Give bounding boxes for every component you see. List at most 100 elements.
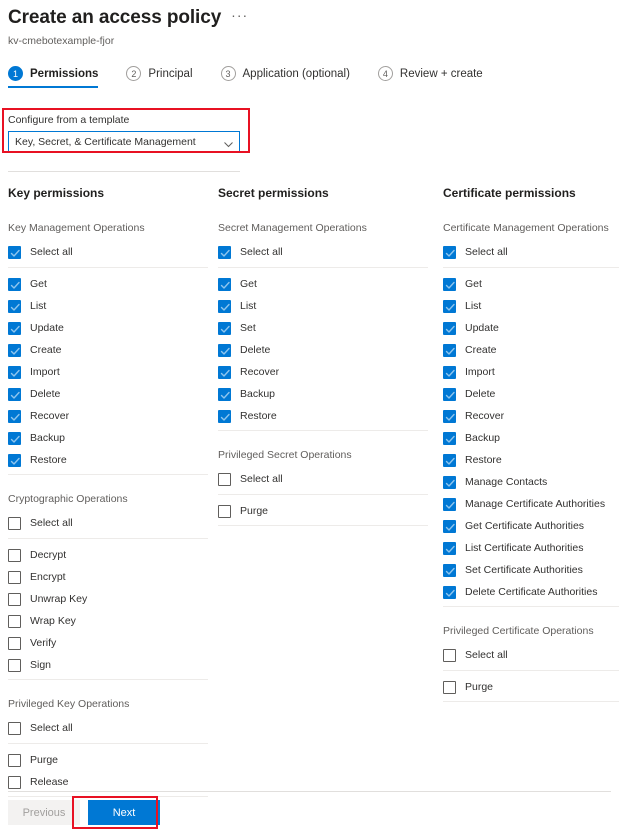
checkbox-checked-icon[interactable] (8, 431, 21, 445)
checkbox-unchecked-icon[interactable] (218, 472, 231, 486)
checkbox-checked-icon[interactable] (8, 277, 21, 291)
checkbox-checked-icon[interactable] (8, 245, 21, 259)
permission-checkbox-row[interactable]: Delete (8, 383, 208, 405)
permission-checkbox-row[interactable]: Recover (443, 405, 619, 427)
checkbox-checked-icon[interactable] (218, 365, 231, 379)
checkbox-checked-icon[interactable] (218, 277, 231, 291)
permission-checkbox-row[interactable]: Verify (8, 632, 208, 654)
checkbox-checked-icon[interactable] (443, 343, 456, 357)
checkbox-unchecked-icon[interactable] (8, 721, 21, 735)
permission-checkbox-row[interactable]: Create (443, 339, 619, 361)
permission-checkbox-row[interactable]: Get (443, 273, 619, 295)
checkbox-checked-icon[interactable] (443, 475, 456, 489)
checkbox-unchecked-icon[interactable] (218, 504, 231, 518)
permission-checkbox-row[interactable]: Unwrap Key (8, 588, 208, 610)
checkbox-checked-icon[interactable] (8, 453, 21, 467)
checkbox-checked-icon[interactable] (8, 387, 21, 401)
tab-permissions[interactable]: 1 Permissions (8, 62, 112, 88)
permission-checkbox-row[interactable]: Select all (218, 468, 428, 490)
checkbox-checked-icon[interactable] (443, 431, 456, 445)
checkbox-checked-icon[interactable] (8, 409, 21, 423)
checkbox-checked-icon[interactable] (218, 299, 231, 313)
permission-checkbox-row[interactable]: Get Certificate Authorities (443, 515, 619, 537)
checkbox-checked-icon[interactable] (218, 387, 231, 401)
checkbox-unchecked-icon[interactable] (8, 658, 21, 672)
checkbox-checked-icon[interactable] (218, 245, 231, 259)
permission-checkbox-row[interactable]: Select all (443, 241, 619, 263)
permission-checkbox-row[interactable]: Set Certificate Authorities (443, 559, 619, 581)
permission-checkbox-row[interactable]: Purge (218, 500, 428, 522)
permission-checkbox-row[interactable]: List (443, 295, 619, 317)
permission-checkbox-row[interactable]: Release (8, 771, 208, 793)
permission-checkbox-row[interactable]: Select all (8, 512, 208, 534)
permission-checkbox-row[interactable]: Purge (443, 676, 619, 698)
permission-checkbox-row[interactable]: Restore (8, 449, 208, 471)
template-select[interactable]: Key, Secret, & Certificate Management (8, 131, 240, 153)
permission-checkbox-row[interactable]: Purge (8, 749, 208, 771)
checkbox-checked-icon[interactable] (8, 321, 21, 335)
checkbox-unchecked-icon[interactable] (8, 592, 21, 606)
permission-checkbox-row[interactable]: Sign (8, 654, 208, 676)
checkbox-checked-icon[interactable] (443, 497, 456, 511)
permission-checkbox-row[interactable]: List (8, 295, 208, 317)
checkbox-unchecked-icon[interactable] (443, 680, 456, 694)
checkbox-checked-icon[interactable] (443, 585, 456, 599)
checkbox-checked-icon[interactable] (218, 321, 231, 335)
next-button[interactable]: Next (88, 800, 160, 825)
permission-checkbox-row[interactable]: Encrypt (8, 566, 208, 588)
permission-checkbox-row[interactable]: Create (8, 339, 208, 361)
checkbox-checked-icon[interactable] (8, 343, 21, 357)
permission-checkbox-row[interactable]: Backup (218, 383, 428, 405)
permission-checkbox-row[interactable]: Manage Contacts (443, 471, 619, 493)
checkbox-unchecked-icon[interactable] (8, 516, 21, 530)
checkbox-checked-icon[interactable] (443, 409, 456, 423)
checkbox-checked-icon[interactable] (443, 541, 456, 555)
permission-checkbox-row[interactable]: Backup (8, 427, 208, 449)
checkbox-checked-icon[interactable] (443, 519, 456, 533)
permission-checkbox-row[interactable]: Backup (443, 427, 619, 449)
checkbox-checked-icon[interactable] (443, 365, 456, 379)
checkbox-checked-icon[interactable] (443, 563, 456, 577)
checkbox-checked-icon[interactable] (8, 299, 21, 313)
checkbox-checked-icon[interactable] (443, 299, 456, 313)
checkbox-unchecked-icon[interactable] (8, 775, 21, 789)
permission-checkbox-row[interactable]: Delete (218, 339, 428, 361)
more-menu-icon[interactable]: ··· (231, 7, 248, 23)
checkbox-checked-icon[interactable] (443, 387, 456, 401)
permission-checkbox-row[interactable]: Get (218, 273, 428, 295)
permission-checkbox-row[interactable]: Select all (8, 717, 208, 739)
permission-checkbox-row[interactable]: Set (218, 317, 428, 339)
checkbox-checked-icon[interactable] (443, 453, 456, 467)
tab-review-create[interactable]: 4 Review + create (364, 62, 497, 88)
permission-checkbox-row[interactable]: Wrap Key (8, 610, 208, 632)
checkbox-unchecked-icon[interactable] (8, 753, 21, 767)
permission-checkbox-row[interactable]: Select all (218, 241, 428, 263)
checkbox-unchecked-icon[interactable] (8, 614, 21, 628)
permission-checkbox-row[interactable]: Restore (443, 449, 619, 471)
permission-checkbox-row[interactable]: Delete Certificate Authorities (443, 581, 619, 603)
permission-checkbox-row[interactable]: Recover (218, 361, 428, 383)
checkbox-checked-icon[interactable] (443, 245, 456, 259)
permission-checkbox-row[interactable]: Import (8, 361, 208, 383)
checkbox-unchecked-icon[interactable] (8, 570, 21, 584)
checkbox-checked-icon[interactable] (8, 365, 21, 379)
checkbox-unchecked-icon[interactable] (8, 636, 21, 650)
permission-checkbox-row[interactable]: Import (443, 361, 619, 383)
tab-application-optional[interactable]: 3 Application (optional) (207, 62, 364, 88)
permission-checkbox-row[interactable]: Decrypt (8, 544, 208, 566)
permission-checkbox-row[interactable]: Get (8, 273, 208, 295)
previous-button[interactable]: Previous (8, 800, 80, 825)
checkbox-checked-icon[interactable] (218, 343, 231, 357)
checkbox-checked-icon[interactable] (218, 409, 231, 423)
permission-checkbox-row[interactable]: List (218, 295, 428, 317)
permission-checkbox-row[interactable]: Manage Certificate Authorities (443, 493, 619, 515)
permission-checkbox-row[interactable]: Delete (443, 383, 619, 405)
permission-checkbox-row[interactable]: Select all (8, 241, 208, 263)
permission-checkbox-row[interactable]: Recover (8, 405, 208, 427)
permission-checkbox-row[interactable]: Update (443, 317, 619, 339)
checkbox-unchecked-icon[interactable] (443, 648, 456, 662)
tab-principal[interactable]: 2 Principal (112, 62, 206, 88)
checkbox-checked-icon[interactable] (443, 321, 456, 335)
permission-checkbox-row[interactable]: Restore (218, 405, 428, 427)
checkbox-unchecked-icon[interactable] (8, 548, 21, 562)
